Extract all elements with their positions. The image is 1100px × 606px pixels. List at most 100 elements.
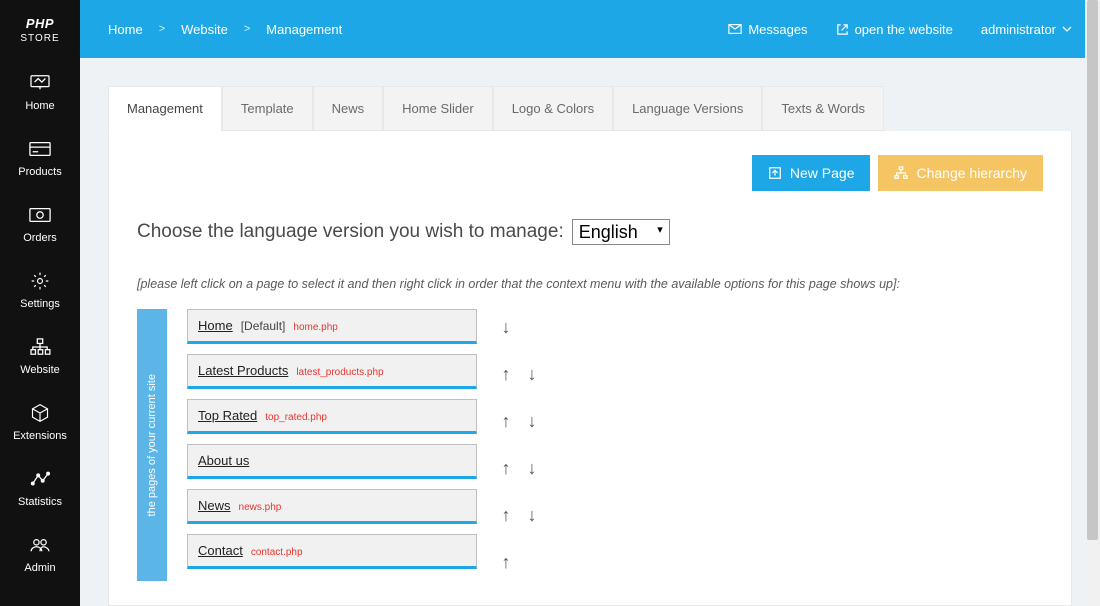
sidebar-item-statistics[interactable]: Statistics [0,454,80,520]
move-down-button[interactable]: ↓ [523,505,541,527]
arrow-row: ↓ [497,309,541,346]
arrow-row: ↑↓ [497,497,541,534]
tab-home-slider[interactable]: Home Slider [383,86,493,131]
language-select[interactable]: English [572,219,670,245]
new-page-button[interactable]: New Page [752,155,871,191]
page-row[interactable]: News news.php [187,489,477,524]
arrow-row: ↑↓ [497,356,541,393]
move-down-button[interactable]: ↓ [497,317,515,339]
sidebar-item-label: Home [25,100,54,112]
user-label: administrator [981,22,1056,37]
move-up-button[interactable]: ↑ [497,505,515,527]
tab-logo-colors[interactable]: Logo & Colors [493,86,613,131]
messages-link[interactable]: Messages [728,22,807,37]
open-website-link[interactable]: open the website [836,22,953,37]
page-row[interactable]: Contact contact.php [187,534,477,569]
hint-text: [please left click on a page to select i… [137,277,1043,291]
page-row[interactable]: Latest Products latest_products.php [187,354,477,389]
sidebar-item-home[interactable]: Home [0,58,80,124]
sidebar-item-orders[interactable]: Orders [0,190,80,256]
chart-icon [29,468,51,490]
sidebar: PHP STORE Home Products Orders Set [0,0,80,606]
sidebar-item-products[interactable]: Products [0,124,80,190]
move-up-button[interactable]: ↑ [497,364,515,386]
user-menu[interactable]: administrator [981,22,1072,37]
sidebar-item-settings[interactable]: Settings [0,256,80,322]
page-file: news.php [239,502,282,513]
scrollbar[interactable] [1085,0,1100,606]
logo: PHP STORE [0,0,80,58]
page-file: latest_products.php [296,367,383,378]
tab-language-versions[interactable]: Language Versions [613,86,762,131]
page-name: Contact [198,543,243,558]
change-hierarchy-button[interactable]: Change hierarchy [878,155,1043,191]
card-icon [29,138,51,160]
sidebar-item-label: Website [20,364,60,376]
page-row[interactable]: About us [187,444,477,479]
move-down-button[interactable]: ↓ [523,364,541,386]
gear-icon [29,270,51,292]
breadcrumb-home[interactable]: Home [108,22,143,37]
page-name: Home [198,318,233,333]
page-default-badge: [Default] [241,319,286,333]
arrow-row: ↑↓ [497,450,541,487]
breadcrumb-sep: > [244,23,250,35]
logo-sub: STORE [0,33,80,44]
breadcrumb-management[interactable]: Management [266,22,342,37]
sidebar-item-admin[interactable]: Admin [0,520,80,586]
page-name: Top Rated [198,408,257,423]
home-icon [29,72,51,94]
chevron-down-icon [1062,26,1072,32]
page-row[interactable]: Home [Default] home.php [187,309,477,344]
sidebar-item-label: Products [18,166,61,178]
open-website-label: open the website [855,22,953,37]
move-down-button[interactable]: ↓ [523,411,541,433]
sidebar-item-label: Admin [24,562,55,574]
topbar: Home > Website > Management Messages ope… [80,0,1100,58]
tab-texts-words[interactable]: Texts & Words [762,86,884,131]
move-up-button[interactable]: ↑ [497,411,515,433]
arrow-row: ↑↓ [497,403,541,440]
arrow-row: ↑ [497,544,541,581]
sidebar-item-label: Orders [23,232,57,244]
page-name: Latest Products [198,363,288,378]
tabs: Management Template News Home Slider Log… [108,86,1072,131]
page-name: News [198,498,231,513]
sidebar-item-label: Statistics [18,496,62,508]
upload-icon [768,166,782,180]
scrollbar-thumb[interactable] [1087,0,1098,540]
page-row[interactable]: Top Rated top_rated.php [187,399,477,434]
move-up-button[interactable]: ↑ [497,552,515,574]
users-icon [29,534,51,556]
change-hierarchy-label: Change hierarchy [916,165,1027,181]
pages-side-label-text: the pages of your current site [146,374,158,516]
logo-main: PHP [0,16,80,31]
page-file: top_rated.php [265,412,327,423]
breadcrumb: Home > Website > Management [108,22,342,37]
sidebar-item-website[interactable]: Website [0,322,80,388]
page-file: home.php [293,322,337,333]
tab-template[interactable]: Template [222,86,313,131]
money-icon [29,204,51,226]
sidebar-item-label: Extensions [13,430,67,442]
page-file: contact.php [251,547,303,558]
move-down-button[interactable]: ↓ [523,458,541,480]
language-prompt: Choose the language version you wish to … [137,221,564,243]
sidebar-item-label: Settings [20,298,60,310]
messages-label: Messages [748,22,807,37]
content-card: New Page Change hierarchy Choose the lan… [108,131,1072,606]
hierarchy-icon [894,166,908,180]
new-page-label: New Page [790,165,855,181]
cube-icon [29,402,51,424]
sidebar-item-extensions[interactable]: Extensions [0,388,80,454]
breadcrumb-website[interactable]: Website [181,22,228,37]
breadcrumb-sep: > [159,23,165,35]
pages-side-label: the pages of your current site [137,309,167,581]
tab-management[interactable]: Management [108,86,222,131]
external-icon [836,23,849,36]
mail-icon [728,23,742,35]
tab-news[interactable]: News [313,86,384,131]
sitemap-icon [29,336,51,358]
page-name: About us [198,453,249,468]
move-up-button[interactable]: ↑ [497,458,515,480]
